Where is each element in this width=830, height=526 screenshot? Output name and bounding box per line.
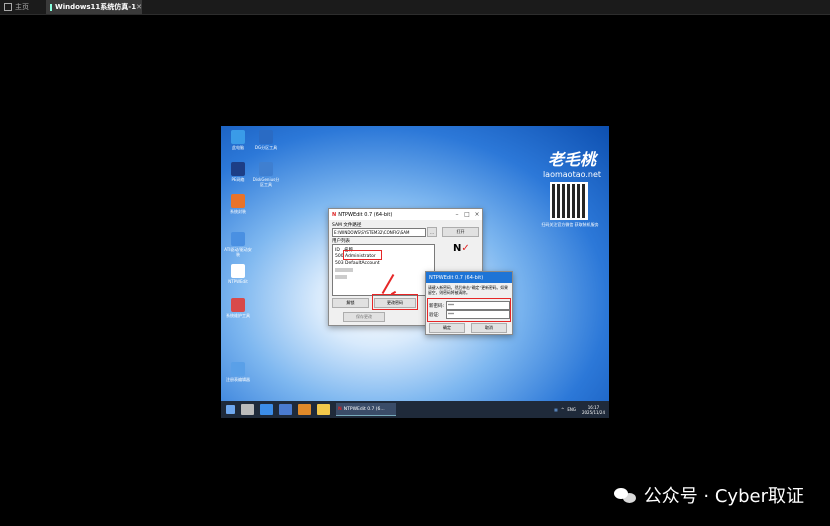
dialog-title: NTPWEdit 0.7 (64-bit)	[429, 274, 484, 281]
qr-code	[550, 182, 588, 220]
list-item-hidden	[335, 275, 347, 279]
start-icon[interactable]	[226, 405, 235, 414]
highlight-administrator	[343, 250, 382, 260]
desktop-icon-label: NTPWEdit	[228, 279, 248, 284]
save-changes-button[interactable]: 保存更改	[343, 312, 385, 322]
network-status-icon[interactable]: ▦	[554, 407, 558, 412]
desktop-icon-maintenance[interactable]: 系统维护工具	[223, 298, 253, 318]
desktop-icon-label: DiskGenius分区工具	[252, 177, 280, 187]
brand-name: 老毛桃	[547, 150, 596, 169]
desktop-icon-package[interactable]: 系统封装	[223, 194, 253, 214]
ntpwedit-logo: N✓	[453, 243, 470, 254]
desktop-icon-label: 此电脑	[232, 145, 244, 150]
taskbar-ntpwedit[interactable]: N NTPWEdit 0.7 (6...	[336, 403, 396, 416]
highlight-change-password	[372, 294, 418, 310]
highlight-password-fields	[427, 298, 511, 322]
ntpwedit-icon	[231, 264, 245, 278]
taskbar-app-label: NTPWEdit 0.7 (6...	[343, 406, 385, 412]
close-tab-icon[interactable]: ✕	[136, 3, 142, 11]
tools-icon	[231, 298, 245, 312]
home-tab[interactable]: 主页	[0, 0, 42, 14]
desktop-icon-diskgenius[interactable]: DiskGenius分区工具	[251, 162, 281, 187]
dialog-instructions: 请键入新密码，然后单击“确定”更新密码。如果留空，则密码将被清除。	[428, 285, 508, 295]
qr-caption: 扫码关注官方微信 获取装机服务	[541, 222, 599, 227]
package-icon	[231, 194, 245, 208]
window-title: NTPWEdit 0.7 (64-bit)	[338, 211, 393, 218]
desktop-icon-driver[interactable]: ATI驱动/驱动安装	[223, 232, 253, 257]
desktop-icon-label: 注册表编辑器	[226, 377, 250, 382]
language-indicator[interactable]: ENG	[567, 407, 576, 412]
disk-icon	[259, 162, 273, 176]
wechat-icon	[613, 486, 638, 504]
taskbar: N NTPWEdit 0.7 (6... ▦ ^ ENG 16:17 2025/…	[221, 401, 609, 418]
desktop-icon-label: 系统维护工具	[226, 313, 250, 318]
maximize-icon[interactable]: □	[462, 211, 472, 218]
ntpwedit-titlebar: N NTPWEdit 0.7 (64-bit) – □ ×	[329, 209, 482, 220]
ntpwedit-icon: N	[338, 406, 342, 412]
driver-icon	[231, 232, 245, 246]
close-icon[interactable]: ×	[472, 211, 482, 218]
package-icon[interactable]	[298, 404, 311, 415]
desktop-icon-ntpwedit[interactable]: NTPWEdit	[223, 264, 253, 284]
desktop-icon-regedit[interactable]: 注册表编辑器	[223, 362, 253, 382]
folder-icon[interactable]	[317, 404, 330, 415]
home-tab-label: 主页	[15, 3, 29, 11]
system-tray: ▦ ^ ENG 16:17 2025/11/24	[554, 405, 609, 415]
windows-desktop: 此电脑 DG分区工具 PE网络 DiskGenius分区工具 系统封装 ATI驱…	[221, 126, 609, 418]
computer-icon	[231, 130, 245, 144]
chevron-up-icon[interactable]: ^	[561, 407, 564, 412]
desktop-icon-label: PE网络	[231, 177, 245, 182]
password-dialog: NTPWEdit 0.7 (64-bit) 请键入新密码，然后单击“确定”更新密…	[425, 271, 513, 335]
network-icon[interactable]	[279, 404, 292, 415]
cancel-button[interactable]: 取消	[471, 323, 507, 333]
vm-tab-active[interactable]: Windows11系统仿真-1 ✕	[46, 0, 142, 14]
network-icon	[231, 162, 245, 176]
app-icon: N	[332, 211, 337, 218]
brand-logo: 老毛桃 laomaotao.net	[541, 146, 603, 179]
desktop-icon-this-pc[interactable]: 此电脑	[223, 130, 253, 150]
ok-button[interactable]: 确定	[429, 323, 465, 333]
explorer-icon[interactable]	[260, 404, 273, 415]
sam-path-field[interactable]: E:\WINDOWS\SYSTEM32\CONFIG\SAM	[332, 228, 426, 237]
registry-icon	[231, 362, 245, 376]
clock-date: 2025/11/24	[581, 409, 605, 415]
desktop-icon-label: ATI驱动/驱动安装	[224, 247, 252, 257]
vm-icon	[50, 3, 52, 11]
tool-icon[interactable]	[241, 404, 254, 415]
brand-url: laomaotao.net	[542, 170, 602, 179]
watermark-text: 公众号 · Cyber取证	[643, 486, 804, 507]
table-row[interactable]: 503 DefaultAccount	[335, 261, 380, 266]
desktop-icon-dg[interactable]: DG分区工具	[251, 130, 281, 150]
partition-icon	[259, 130, 273, 144]
desktop-icon-label: 系统封装	[230, 209, 246, 214]
list-item-hidden	[335, 268, 353, 272]
vm-tab-bar: 主页 Windows11系统仿真-1 ✕	[0, 0, 830, 15]
open-button[interactable]: 打开	[442, 227, 479, 237]
minimize-icon[interactable]: –	[452, 211, 462, 218]
vm-tab-label: Windows11系统仿真-1	[55, 3, 137, 11]
browse-button[interactable]: ...	[427, 227, 437, 237]
desktop-icon-pe-network[interactable]: PE网络	[223, 162, 253, 182]
desktop-icon-label: DG分区工具	[254, 145, 278, 150]
unlock-button[interactable]: 解锁	[332, 298, 369, 308]
home-icon	[4, 3, 12, 11]
dialog-titlebar: NTPWEdit 0.7 (64-bit)	[426, 272, 512, 283]
wechat-watermark: 公众号 · Cyber取证	[613, 482, 804, 508]
clock[interactable]: 16:17 2025/11/24	[582, 405, 605, 415]
